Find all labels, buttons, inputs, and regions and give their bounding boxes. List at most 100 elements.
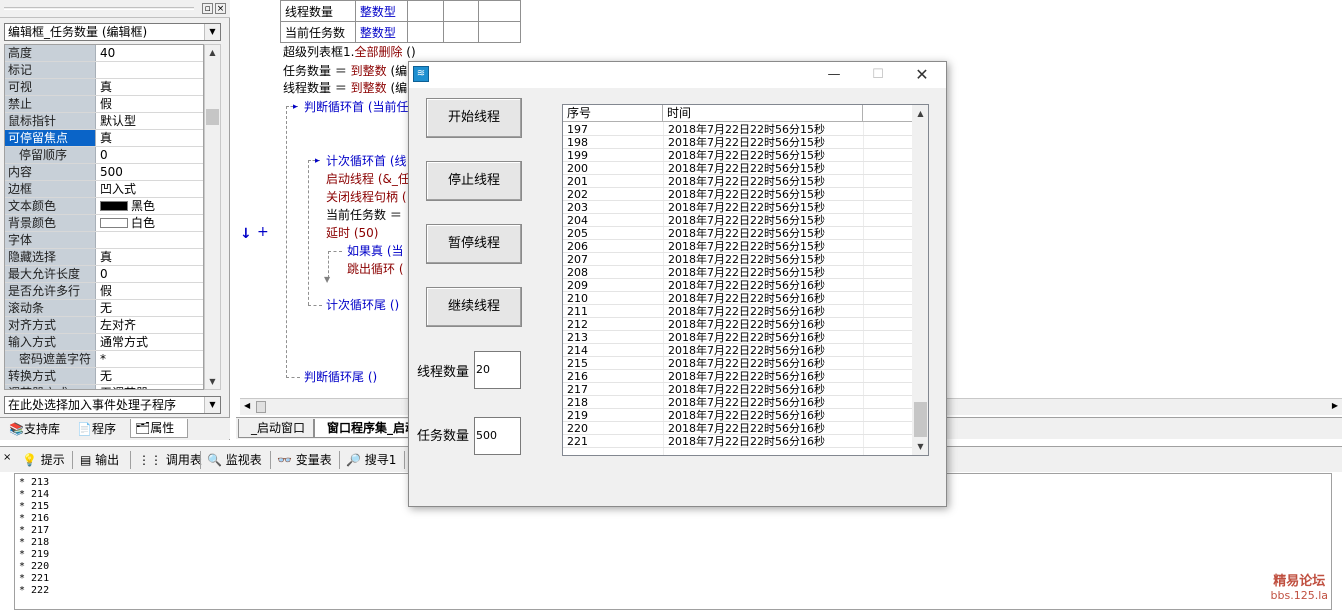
list-item[interactable]: 198 2018年7月22日22时56分15秒	[563, 136, 913, 149]
property-scrollbar[interactable]: ▲ ▼	[204, 44, 221, 390]
list-item[interactable]: 220 2018年7月22日22时56分16秒	[563, 422, 913, 435]
property-row[interactable]: 文本颜色 黑色	[5, 198, 203, 215]
close-icon[interactable]: ×	[3, 452, 11, 463]
tab-window-assembly[interactable]: 窗口程序集_启动	[314, 419, 412, 438]
code-line[interactable]: 跳出循环 (	[347, 261, 404, 277]
tab-search[interactable]: 🔎 搜寻1	[346, 451, 396, 469]
property-row[interactable]: 转换方式无	[5, 368, 203, 385]
minimize-icon[interactable]: —	[812, 64, 856, 86]
var-type[interactable]: 整数型	[354, 21, 408, 43]
code-line[interactable]: 超级列表框1.全部删除 ()	[283, 44, 416, 60]
scroll-left-icon[interactable]: ◀	[244, 401, 250, 410]
property-row[interactable]: 停留顺序 0	[5, 147, 203, 164]
property-value[interactable]: 假	[98, 96, 203, 112]
list-item[interactable]: 209 2018年7月22日22时56分16秒	[563, 279, 913, 292]
chevron-down-icon[interactable]: ▼	[204, 397, 220, 413]
var-cell[interactable]	[406, 21, 444, 43]
property-row[interactable]: 高度 40	[5, 45, 203, 62]
property-value[interactable]: 通常方式	[98, 334, 203, 350]
list-item[interactable]: 202 2018年7月22日22时56分15秒	[563, 188, 913, 201]
tab-hint[interactable]: 💡 提示	[22, 451, 65, 469]
property-value[interactable]: 无	[98, 300, 203, 316]
property-value[interactable]: 真	[98, 249, 203, 265]
property-row[interactable]: 对齐方式 左对齐	[5, 317, 203, 334]
var-name[interactable]: 线程数量	[280, 0, 356, 22]
property-row[interactable]: 禁止假	[5, 96, 203, 113]
property-value[interactable]: 0	[98, 266, 203, 282]
property-value[interactable]: 真	[98, 130, 203, 146]
column-header[interactable]	[863, 105, 913, 122]
var-cell[interactable]	[442, 0, 480, 22]
code-line[interactable]: 延时 (50)	[326, 225, 378, 241]
property-row[interactable]: 可停留焦点真	[5, 130, 203, 147]
var-cell[interactable]	[478, 0, 521, 22]
scroll-thumb[interactable]	[206, 109, 219, 125]
property-value[interactable]: 无调节器	[98, 385, 203, 389]
list-item[interactable]: 204 2018年7月22日22时56分15秒	[563, 214, 913, 227]
property-value[interactable]: 500	[98, 164, 203, 180]
restore-icon[interactable]: ▫	[202, 3, 213, 14]
list-scrollbar[interactable]: ▲ ▼	[912, 105, 928, 455]
list-item[interactable]: 206 2018年7月22日22时56分15秒	[563, 240, 913, 253]
pause-threads-button[interactable]: 暂停线程	[426, 224, 522, 264]
tab-call-stack[interactable]: ⋮⋮ 调用表	[138, 451, 202, 469]
list-item[interactable]: 199 2018年7月22日22时56分15秒	[563, 149, 913, 162]
window-titlebar[interactable]: ≋ — ☐ ✕	[409, 62, 946, 88]
list-item[interactable]: 197 2018年7月22日22时56分15秒	[563, 123, 913, 136]
chevron-down-icon[interactable]: ▼	[204, 24, 220, 40]
event-selector[interactable]: 在此处选择加入事件处理子程序 ▼	[4, 396, 221, 414]
object-selector[interactable]: 编辑框_任务数量 (编辑框) ▼	[4, 23, 221, 41]
scroll-up-icon[interactable]: ▲	[205, 45, 220, 60]
code-line[interactable]: 计次循环尾 ()	[326, 297, 399, 313]
scroll-thumb[interactable]	[256, 401, 266, 413]
property-row[interactable]: 是否允许多行假	[5, 283, 203, 300]
list-item[interactable]: 207 2018年7月22日22时56分15秒	[563, 253, 913, 266]
code-line[interactable]: 关闭线程句柄 (	[326, 189, 407, 205]
scroll-down-icon[interactable]: ▼	[205, 374, 220, 389]
code-line[interactable]: 判断循环尾 ()	[304, 369, 377, 385]
list-item[interactable]: 203 2018年7月22日22时56分15秒	[563, 201, 913, 214]
code-line[interactable]: 如果真 (当	[347, 243, 404, 259]
property-row[interactable]: 背景颜色 白色	[5, 215, 203, 232]
stop-threads-button[interactable]: 停止线程	[426, 161, 522, 201]
property-row[interactable]: 滚动条无	[5, 300, 203, 317]
tab-variables[interactable]: 👓 变量表	[277, 451, 332, 469]
panel-gripper[interactable]	[4, 7, 194, 10]
list-item[interactable]: 211 2018年7月22日22时56分16秒	[563, 305, 913, 318]
task-listview[interactable]: 序号 时间 197 2018年7月22日22时56分15秒 198 2018年7月22…	[562, 104, 929, 456]
list-item[interactable]: 210 2018年7月22日22时56分16秒	[563, 292, 913, 305]
scroll-thumb[interactable]	[914, 402, 927, 437]
tab-program[interactable]: 📄程序	[72, 419, 128, 438]
property-value[interactable]: 真	[98, 79, 203, 95]
list-item[interactable]: 200 2018年7月22日22时56分15秒	[563, 162, 913, 175]
property-row[interactable]: 标记	[5, 62, 203, 79]
resume-threads-button[interactable]: 继续线程	[426, 287, 522, 327]
property-value[interactable]: 黑色	[98, 198, 203, 214]
column-header[interactable]: 时间	[663, 105, 863, 122]
column-header[interactable]: 序号	[563, 105, 663, 122]
property-row[interactable]: 内容 500	[5, 164, 203, 181]
list-item[interactable]: 213 2018年7月22日22时56分16秒	[563, 331, 913, 344]
task-count-field[interactable]: 500	[474, 417, 521, 455]
arrow-down-icon[interactable]: ↓	[240, 226, 252, 242]
list-item[interactable]: 208 2018年7月22日22时56分15秒	[563, 266, 913, 279]
property-value[interactable]: 左对齐	[98, 317, 203, 333]
property-value[interactable]: 无	[98, 368, 203, 384]
var-cell[interactable]	[406, 0, 444, 22]
tab-startup-window[interactable]: _启动窗口	[238, 419, 314, 438]
start-threads-button[interactable]: 开始线程	[426, 98, 522, 138]
property-row[interactable]: 鼠标指针 默认型	[5, 113, 203, 130]
property-value[interactable]: 假	[98, 283, 203, 299]
property-row[interactable]: 密码遮盖字符 *	[5, 351, 203, 368]
tab-output[interactable]: ▤ 输出	[80, 451, 119, 469]
code-line[interactable]: 任务数量 ＝ 到整数 (编	[283, 63, 407, 79]
close-icon[interactable]: ×	[215, 3, 226, 14]
list-item[interactable]: 216 2018年7月22日22时56分16秒	[563, 370, 913, 383]
maximize-icon[interactable]: ☐	[856, 64, 900, 86]
scroll-right-icon[interactable]: ▶	[1332, 401, 1338, 410]
code-line[interactable]: 当前任务数 ＝	[326, 207, 402, 223]
plus-icon[interactable]: +	[257, 224, 269, 240]
property-row[interactable]: 可视真	[5, 79, 203, 96]
tab-properties[interactable]: 🗂属性	[130, 419, 188, 438]
list-item[interactable]: 215 2018年7月22日22时56分16秒	[563, 357, 913, 370]
